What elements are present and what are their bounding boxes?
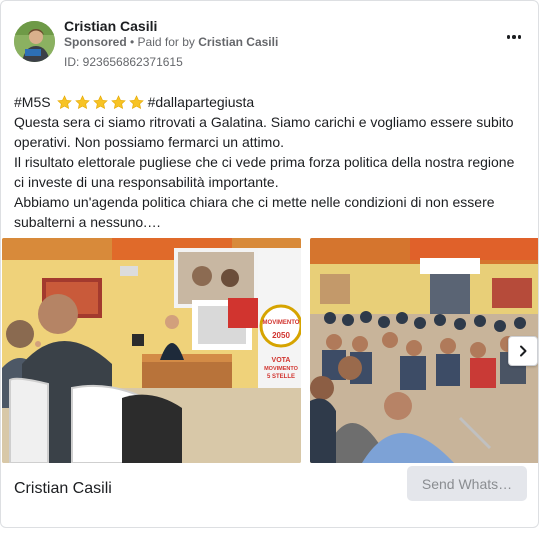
hashtag-m5s[interactable]: #M5S — [14, 92, 51, 112]
post-paragraph-3: Abbiamo un'agenda politica chiara che ci… — [14, 194, 495, 230]
image-carousel[interactable]: MOVIMENTO 2050 VOTA MOVIMENTO 5 STELLE — [2, 238, 538, 463]
ad-id: ID: 923656862371615 — [64, 55, 183, 69]
star-icon — [92, 94, 108, 109]
sponsored-meta: Sponsored • Paid for by Cristian Casili — [64, 35, 278, 49]
banner-movimento: MOVIMENTO — [263, 320, 300, 326]
vote-line-2: MOVIMENTO — [264, 366, 299, 372]
sponsored-label: Sponsored — [64, 35, 127, 49]
star-icon — [110, 94, 126, 109]
post-text: #M5S #dallapartegiusta Questa sera ci si… — [14, 92, 526, 232]
post-paragraph-2: Il risultato elettorale pugliese che ci … — [14, 154, 515, 190]
ad-card: Cristian Casili Sponsored • Paid for by … — [0, 0, 539, 528]
carousel-photo-1[interactable]: MOVIMENTO 2050 VOTA MOVIMENTO 5 STELLE — [2, 238, 301, 463]
ad-footer: Cristian Casili Send Whats… — [1, 463, 538, 515]
footer-page-name[interactable]: Cristian Casili — [14, 480, 112, 498]
star-icon — [128, 94, 144, 109]
author-name[interactable]: Cristian Casili — [64, 18, 157, 34]
hashtag-dallapartegiusta[interactable]: #dallapartegiusta — [148, 92, 255, 112]
post-paragraph-1: Questa sera ci siamo ritrovati a Galatin… — [14, 114, 514, 150]
paid-for-name[interactable]: Cristian Casili — [198, 35, 278, 49]
banner-year: 2050 — [272, 331, 290, 340]
more-horizontal-icon[interactable] — [504, 31, 524, 43]
star-emojis — [56, 94, 144, 110]
hashtag-line: #M5S #dallapartegiusta — [14, 92, 526, 112]
post-header: Cristian Casili Sponsored • Paid for by … — [14, 18, 524, 71]
vote-line-1: VOTA — [272, 357, 291, 364]
avatar[interactable] — [14, 21, 55, 62]
vote-line-3: 5 STELLE — [267, 374, 295, 380]
star-icon — [74, 94, 90, 109]
send-whatsapp-button[interactable]: Send Whats… — [407, 466, 527, 501]
star-icon — [56, 94, 72, 109]
carousel-photo-2[interactable] — [310, 238, 538, 463]
chevron-right-icon — [520, 345, 527, 357]
carousel-next-button[interactable] — [508, 336, 538, 366]
paid-for-prefix: • Paid for by — [130, 35, 195, 49]
